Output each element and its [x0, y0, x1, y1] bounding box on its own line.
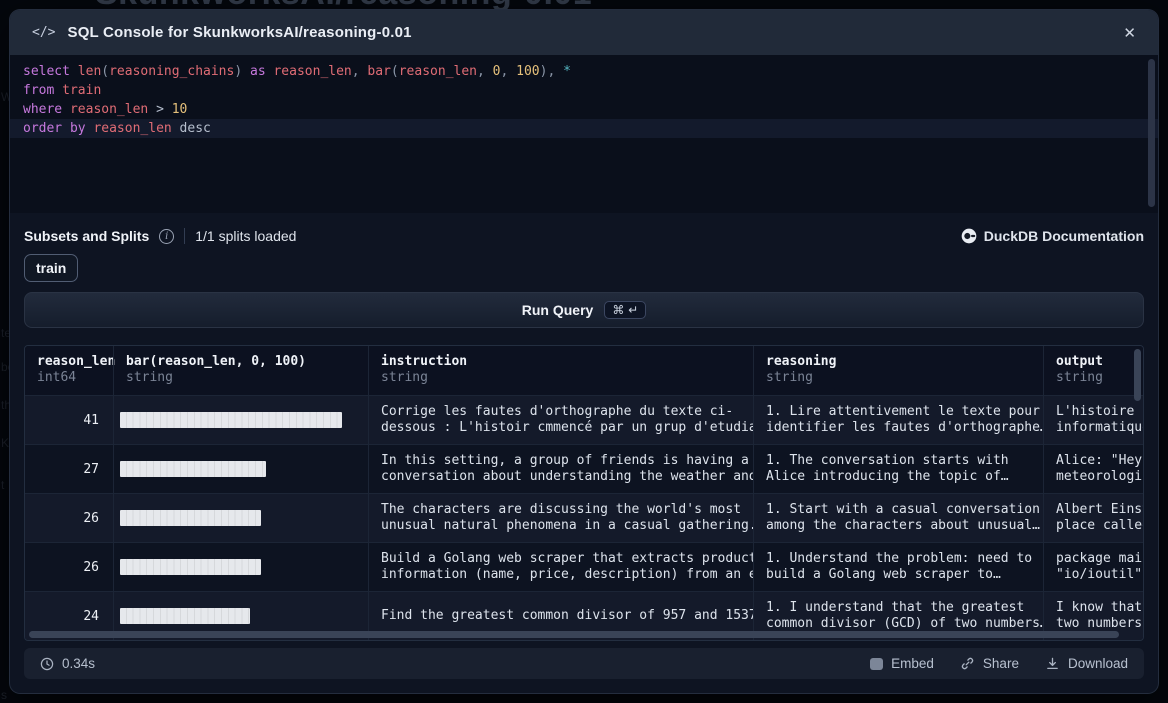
sql-console-modal: </> SQL Console for SkunkworksAI/reasoni… — [10, 10, 1158, 693]
duckdb-icon — [961, 228, 977, 244]
table-row: 26 The characters are discussing the worl… — [25, 494, 1144, 543]
code-lines: select len(reasoning_chains) as reason_l… — [10, 62, 1158, 138]
cell-reason-len: 27 — [25, 445, 113, 493]
modal-title: SQL Console for SkunkworksAI/reasoning-0… — [67, 24, 411, 41]
bar-visualization — [120, 461, 266, 477]
bar-visualization — [120, 608, 250, 624]
cell-bar — [113, 396, 368, 444]
code-line[interactable]: select len(reasoning_chains) as reason_l… — [10, 62, 1158, 81]
code-line[interactable]: where reason_len > 10 — [10, 100, 1158, 119]
table-header: reason_lenint64bar(reason_len, 0, 100)st… — [25, 346, 1144, 396]
cell-output: L'histoire co informatique — [1043, 396, 1144, 444]
download-icon — [1045, 656, 1060, 671]
code-line[interactable]: from train — [10, 81, 1158, 100]
bar-visualization — [120, 559, 261, 575]
code-line[interactable]: order by reason_len desc — [10, 119, 1158, 138]
backdrop-fragment: s — [1, 688, 7, 702]
split-chips: train — [24, 254, 78, 282]
cell-output: Albert Einste place called — [1043, 494, 1144, 542]
backdrop-fragment: t — [1, 478, 4, 492]
cell-reason-len: 41 — [25, 396, 113, 444]
embed-label: Embed — [891, 656, 934, 671]
duckdb-doc-link[interactable]: DuckDB Documentation — [961, 228, 1144, 244]
bar-visualization — [120, 412, 342, 428]
info-icon[interactable]: i — [159, 229, 174, 244]
cell-instruction: Build a Golang web scraper that extracts… — [368, 543, 753, 591]
subsets-title: Subsets and Splits — [24, 228, 149, 244]
modal-footer: 0.34s Embed Share Download — [24, 648, 1144, 679]
cell-reasoning: 1. Understand the problem: need to build… — [753, 543, 1043, 591]
sql-editor[interactable]: select len(reasoning_chains) as reason_l… — [10, 55, 1158, 213]
cell-reason-len: 26 — [25, 543, 113, 591]
share-button[interactable]: Share — [960, 656, 1019, 671]
results-table: reason_lenint64bar(reason_len, 0, 100)st… — [24, 345, 1144, 641]
cell-instruction: Corrige les fautes d'orthographe du text… — [368, 396, 753, 444]
shortcut-keycap: ⌘ ↵ — [604, 301, 646, 319]
modal-header: </> SQL Console for SkunkworksAI/reasoni… — [10, 10, 1158, 55]
vertical-scrollbar[interactable] — [1134, 349, 1141, 401]
table-row: 26 Build a Golang web scraper that extrac… — [25, 543, 1144, 592]
editor-scrollbar[interactable] — [1148, 59, 1155, 207]
cell-bar — [113, 543, 368, 591]
column-header-instruction: instructionstring — [368, 346, 753, 395]
cell-reasoning: 1. The conversation starts with Alice in… — [753, 445, 1043, 493]
embed-button[interactable]: Embed — [870, 656, 934, 671]
cell-instruction: The characters are discussing the world'… — [368, 494, 753, 542]
column-header-reasoning: reasoningstring — [753, 346, 1043, 395]
cell-bar — [113, 445, 368, 493]
column-header-bar(reason_len, 0, 100): bar(reason_len, 0, 100)string — [113, 346, 368, 395]
splits-loaded-text: 1/1 splits loaded — [195, 228, 296, 244]
table-row: 27 In this setting, a group of friends is… — [25, 445, 1144, 494]
download-label: Download — [1068, 656, 1128, 671]
column-header-output: outputstring — [1043, 346, 1144, 395]
close-icon[interactable]: ✕ — [1123, 24, 1136, 42]
cell-bar — [113, 494, 368, 542]
download-button[interactable]: Download — [1045, 656, 1128, 671]
query-duration: 0.34s — [40, 656, 95, 671]
bar-visualization — [120, 510, 261, 526]
cell-reason-len: 26 — [25, 494, 113, 542]
clock-icon — [40, 657, 54, 671]
share-label: Share — [983, 656, 1019, 671]
table-row: 41 Corrige les fautes d'orthographe du te… — [25, 396, 1144, 445]
run-query-label: Run Query — [522, 302, 594, 318]
embed-icon — [870, 658, 883, 670]
cell-reasoning: 1. Start with a casual conversation amon… — [753, 494, 1043, 542]
footer-actions: Embed Share Download — [870, 656, 1128, 671]
cell-reasoning: 1. Lire attentivement le texte pour iden… — [753, 396, 1043, 444]
link-icon — [960, 656, 975, 671]
split-chip-train[interactable]: train — [24, 254, 78, 282]
table-body: 41 Corrige les fautes d'orthographe du te… — [25, 396, 1143, 641]
run-query-button[interactable]: Run Query ⌘ ↵ — [24, 292, 1144, 328]
page: SkunkworksAI/reasoning-0.01 W te bo tha … — [0, 0, 1168, 703]
subsets-row: Subsets and Splits i 1/1 splits loaded D… — [24, 224, 1144, 248]
horizontal-scrollbar[interactable] — [29, 631, 1119, 638]
cell-output: Alice: "Hey g meteorologist — [1043, 445, 1144, 493]
duration-text: 0.34s — [62, 656, 95, 671]
code-icon: </> — [32, 25, 55, 40]
duckdb-doc-label: DuckDB Documentation — [984, 228, 1144, 244]
column-header-reason_len: reason_lenint64 — [25, 346, 113, 395]
divider — [184, 228, 185, 244]
cell-output: package main "io/ioutil" " — [1043, 543, 1144, 591]
cell-instruction: In this setting, a group of friends is h… — [368, 445, 753, 493]
